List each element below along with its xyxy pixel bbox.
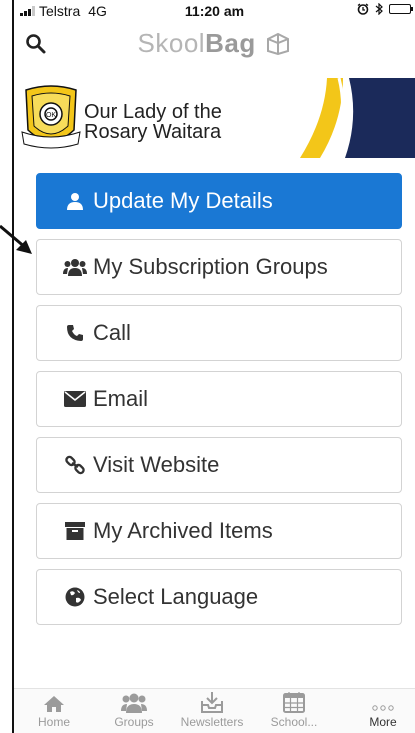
envelope-icon [63,388,87,410]
tab-school-calendar[interactable]: School... [262,689,326,729]
app-header: SkoolBag [14,22,415,74]
my-archived-items-button[interactable]: My Archived Items [36,503,402,559]
tab-newsletters-label: Newsletters [180,715,244,729]
bluetooth-icon [375,3,383,15]
tab-bar: Home Groups Newsletters School... More [14,688,415,733]
school-banner: OK Our Lady of the Rosary Waitara [14,78,415,158]
bag-logo-icon [267,32,290,55]
select-language-button[interactable]: Select Language [36,569,402,625]
call-button[interactable]: Call [36,305,402,361]
brand-light-text: Skool [137,28,206,58]
select-language-label: Select Language [93,584,259,609]
archive-icon [63,520,87,542]
alarm-icon [357,3,369,15]
globe-icon [63,586,87,608]
tab-home-label: Home [37,715,70,729]
more-icon [372,705,394,711]
brand-bold-text: Bag [205,28,256,58]
status-time: 11:20 am [184,3,245,19]
battery-icon [389,4,413,14]
school-crest-logo: OK [21,85,81,149]
status-bar: Telstra 4G 11:20 am [14,0,415,22]
tab-more-label: More [369,715,397,729]
update-my-details-label: Update My Details [93,188,273,213]
pointer-arrow-icon [0,224,32,254]
my-subscription-groups-button[interactable]: My Subscription Groups [36,239,402,295]
user-icon [63,190,87,212]
link-icon [63,454,87,476]
school-name-line1: Our Lady of the [84,101,222,123]
tab-groups-label: Groups [114,715,154,729]
my-subscription-groups-label: My Subscription Groups [93,254,328,279]
email-button[interactable]: Email [36,371,402,427]
update-my-details-button[interactable]: Update My Details [36,173,402,229]
phone-screen: Telstra 4G 11:20 am SkoolBag OK Our Lady… [14,0,415,733]
skoolbag-logo: SkoolBag [14,28,415,59]
menu-list: Update My Details My Subscription Groups… [36,173,402,635]
tab-newsletters[interactable]: Newsletters [180,689,244,729]
newsletters-icon [201,692,223,713]
svg-text:OK: OK [46,112,56,119]
school-name-line2: Rosary Waitara [84,121,222,143]
call-label: Call [93,320,131,345]
visit-website-label: Visit Website [93,452,220,477]
tab-more[interactable]: More [351,689,415,729]
email-label: Email [93,386,149,411]
school-name: Our Lady of the Rosary Waitara [84,102,222,142]
phone-icon [63,322,87,344]
tab-home[interactable]: Home [22,689,86,729]
tab-groups[interactable]: Groups [102,689,166,729]
home-icon [44,696,64,712]
calendar-icon [283,692,305,713]
status-right [357,3,413,15]
tab-school-calendar-label: School... [270,715,318,729]
groups-icon [121,693,147,713]
users-icon [63,256,87,278]
visit-website-button[interactable]: Visit Website [36,437,402,493]
my-archived-items-label: My Archived Items [93,518,273,543]
banner-stripes [300,78,415,158]
